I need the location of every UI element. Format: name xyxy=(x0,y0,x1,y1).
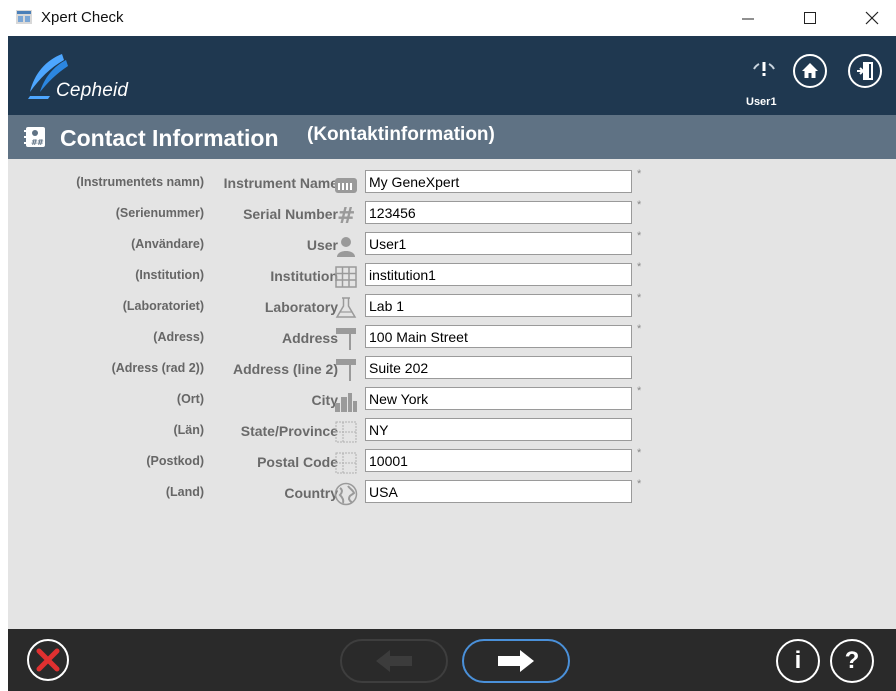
help-button[interactable]: ? xyxy=(830,639,874,683)
form-row-state: (Län) State/Province xyxy=(8,416,896,447)
map-grid-icon xyxy=(335,421,357,443)
map-grid-icon xyxy=(335,452,357,474)
country-input[interactable] xyxy=(365,480,632,503)
address-input[interactable] xyxy=(365,325,632,348)
required-mark: * xyxy=(637,292,642,304)
field-label-swedish: (Land) xyxy=(165,485,204,499)
form-row-address-line-2: (Adress (rad 2)) Address (line 2) xyxy=(8,354,896,385)
info-button[interactable]: i xyxy=(776,639,820,683)
field-label: Laboratory xyxy=(264,299,338,315)
maximize-button[interactable] xyxy=(786,0,834,36)
building-icon xyxy=(335,266,357,288)
form-row-address: (Adress) Address * xyxy=(8,323,896,354)
help-icon: ? xyxy=(844,647,860,674)
field-label: Address xyxy=(281,330,338,346)
required-mark: * xyxy=(637,478,642,490)
field-label-swedish: (Instrumentets namn) xyxy=(76,175,204,189)
state-province-input[interactable] xyxy=(365,418,632,441)
postal-code-input[interactable] xyxy=(365,449,632,472)
close-window-button[interactable] xyxy=(848,0,896,36)
wifi-alert-icon xyxy=(753,62,775,76)
form-row-instrument-name: (Instrumentets namn) Instrument Name * xyxy=(8,168,896,199)
field-label: State/Province xyxy=(240,423,338,439)
required-mark: * xyxy=(637,447,642,459)
instrument-icon xyxy=(335,178,357,193)
contact-form: (Instrumentets namn) Instrument Name * (… xyxy=(8,159,896,629)
instrument-name-input[interactable] xyxy=(365,170,632,193)
window-title: Xpert Check xyxy=(41,9,124,26)
user-input[interactable] xyxy=(365,232,632,255)
form-row-institution: (Institution) Institution * xyxy=(8,261,896,292)
svg-text:#: # xyxy=(337,204,355,227)
field-label: Instrument Name xyxy=(223,175,338,191)
field-label: Serial Number xyxy=(243,206,338,222)
cancel-button[interactable] xyxy=(27,639,69,681)
minimize-button[interactable] xyxy=(724,0,772,36)
city-icon xyxy=(335,393,357,412)
field-label-swedish: (Serienummer) xyxy=(115,206,204,220)
field-label-swedish: (Laboratoriet) xyxy=(122,299,204,313)
back-button[interactable] xyxy=(340,639,448,683)
field-label: Institution xyxy=(270,268,338,284)
flask-icon xyxy=(335,297,357,318)
field-label-swedish: (Postkod) xyxy=(146,454,204,468)
required-mark: * xyxy=(637,323,642,335)
city-input[interactable] xyxy=(365,387,632,410)
maximize-icon xyxy=(804,12,816,24)
form-row-user: (Användare) User * xyxy=(8,230,896,261)
field-label-swedish: (Användare) xyxy=(131,237,204,251)
arrow-right-icon xyxy=(498,650,534,672)
home-icon xyxy=(802,63,818,78)
form-row-laboratory: (Laboratoriet) Laboratory * xyxy=(8,292,896,323)
street-sign-icon xyxy=(336,359,356,381)
institution-input[interactable] xyxy=(365,263,632,286)
xpert-app-icon xyxy=(16,10,32,24)
bottom-toolbar: i ? xyxy=(8,629,896,691)
field-label: Postal Code xyxy=(257,454,338,470)
section-header: # # Contact Information (Kontaktinformat… xyxy=(8,115,896,159)
logo-text: Cepheid xyxy=(56,80,129,101)
field-label: Address (line 2) xyxy=(232,361,338,377)
field-label-swedish: (Adress (rad 2)) xyxy=(111,361,204,375)
field-label-swedish: (Län) xyxy=(173,423,204,437)
page-title: Contact Information xyxy=(60,125,279,151)
window-titlebar: Xpert Check xyxy=(0,0,896,36)
minimize-icon xyxy=(742,18,754,20)
svg-text:#: # xyxy=(37,138,44,147)
cancel-x-icon xyxy=(36,648,60,672)
info-icon: i xyxy=(794,647,802,674)
address-line-2-input[interactable] xyxy=(365,356,632,379)
home-button[interactable] xyxy=(793,54,827,88)
laboratory-input[interactable] xyxy=(365,294,632,317)
next-button[interactable] xyxy=(462,639,570,683)
person-icon xyxy=(337,237,355,257)
arrow-left-icon xyxy=(376,650,412,672)
field-label-swedish: (Ort) xyxy=(176,392,204,406)
app-header: Cepheid User1 xyxy=(8,36,896,115)
required-mark: * xyxy=(637,168,642,180)
exit-door-icon xyxy=(857,62,873,80)
globe-icon xyxy=(334,482,358,506)
exit-button[interactable] xyxy=(848,54,882,88)
required-mark: * xyxy=(637,230,642,242)
field-label-swedish: (Institution) xyxy=(135,268,204,282)
contact-card-icon: # # xyxy=(24,127,45,147)
page-subtitle: (Kontaktinformation) xyxy=(307,124,495,145)
current-user: User1 xyxy=(746,96,777,108)
required-mark: * xyxy=(637,385,642,397)
close-icon xyxy=(865,11,879,25)
serial-number-input[interactable] xyxy=(365,201,632,224)
form-row-city: (Ort) City * xyxy=(8,385,896,416)
field-label: Country xyxy=(284,485,338,501)
hash-icon: # xyxy=(337,204,355,227)
form-row-postal-code: (Postkod) Postal Code * xyxy=(8,447,896,478)
street-sign-icon xyxy=(336,328,356,350)
form-row-serial-number: (Serienummer) Serial Number # * xyxy=(8,199,896,230)
required-mark: * xyxy=(637,199,642,211)
field-label-swedish: (Adress) xyxy=(153,330,204,344)
form-row-country: (Land) Country * xyxy=(8,478,896,509)
required-mark: * xyxy=(637,261,642,273)
